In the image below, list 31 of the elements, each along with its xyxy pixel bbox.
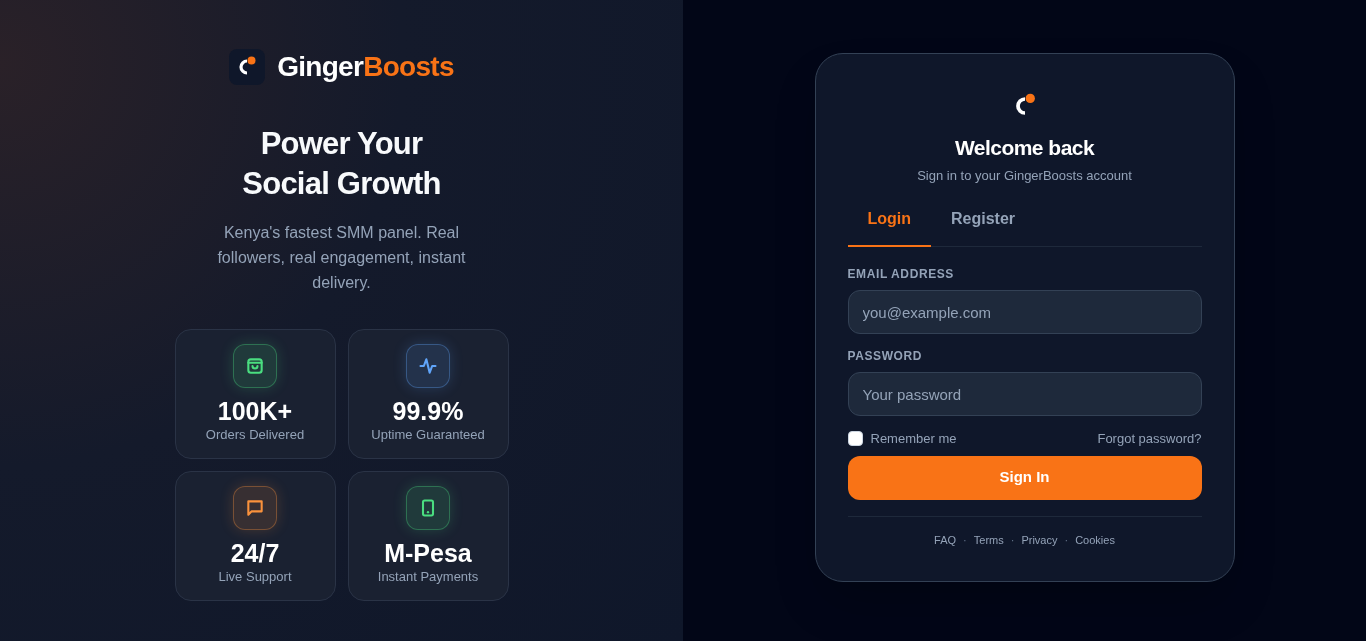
footer-link[interactable]: Terms <box>973 531 1004 548</box>
remember-label: Remember me <box>870 430 957 448</box>
tab[interactable]: Register <box>931 207 1036 247</box>
footer-link[interactable]: Cookies <box>1075 531 1115 548</box>
stat-label: Uptime Guaranteed <box>371 426 485 444</box>
forgot-password-link[interactable]: Forgot password? <box>1097 429 1202 449</box>
stat-label: Orders Delivered <box>205 426 305 444</box>
footer-separator: · <box>1064 532 1069 548</box>
field-label: PASSWORD <box>847 348 924 365</box>
brand-name-accent: Boosts <box>363 50 454 84</box>
stat-label: Live Support <box>218 568 292 586</box>
stat-value: M-Pesa <box>384 539 472 567</box>
stat-value: 100K+ <box>217 397 293 425</box>
password-field[interactable]: Your password <box>847 372 1202 416</box>
hero-subtitle: Kenya's fastest SMM panel. Real followers, real engagement, instant delivery. <box>216 223 467 293</box>
footer-separator: · <box>963 532 967 548</box>
brand-name: Ginger <box>277 50 364 84</box>
stat-value: 99.9% <box>392 397 464 425</box>
hero-title: Social Growth <box>242 165 441 203</box>
stat-label: Instant Payments <box>377 568 479 586</box>
email-field[interactable]: you@example.com <box>847 290 1202 334</box>
footer-separator: · <box>1010 532 1015 548</box>
stat-value: 24/7 <box>230 539 280 567</box>
footer-link[interactable]: FAQ <box>934 531 957 548</box>
field-label: EMAIL ADDRESS <box>847 266 955 283</box>
tab[interactable]: Login <box>847 207 932 247</box>
card-subtitle: Sign in to your GingerBoosts account <box>917 166 1132 185</box>
remember-checkbox[interactable] <box>847 431 863 447</box>
hero-title: Power Your <box>260 125 423 163</box>
card-title: Welcome back <box>954 135 1095 161</box>
footer-link[interactable]: Privacy <box>1021 531 1058 548</box>
